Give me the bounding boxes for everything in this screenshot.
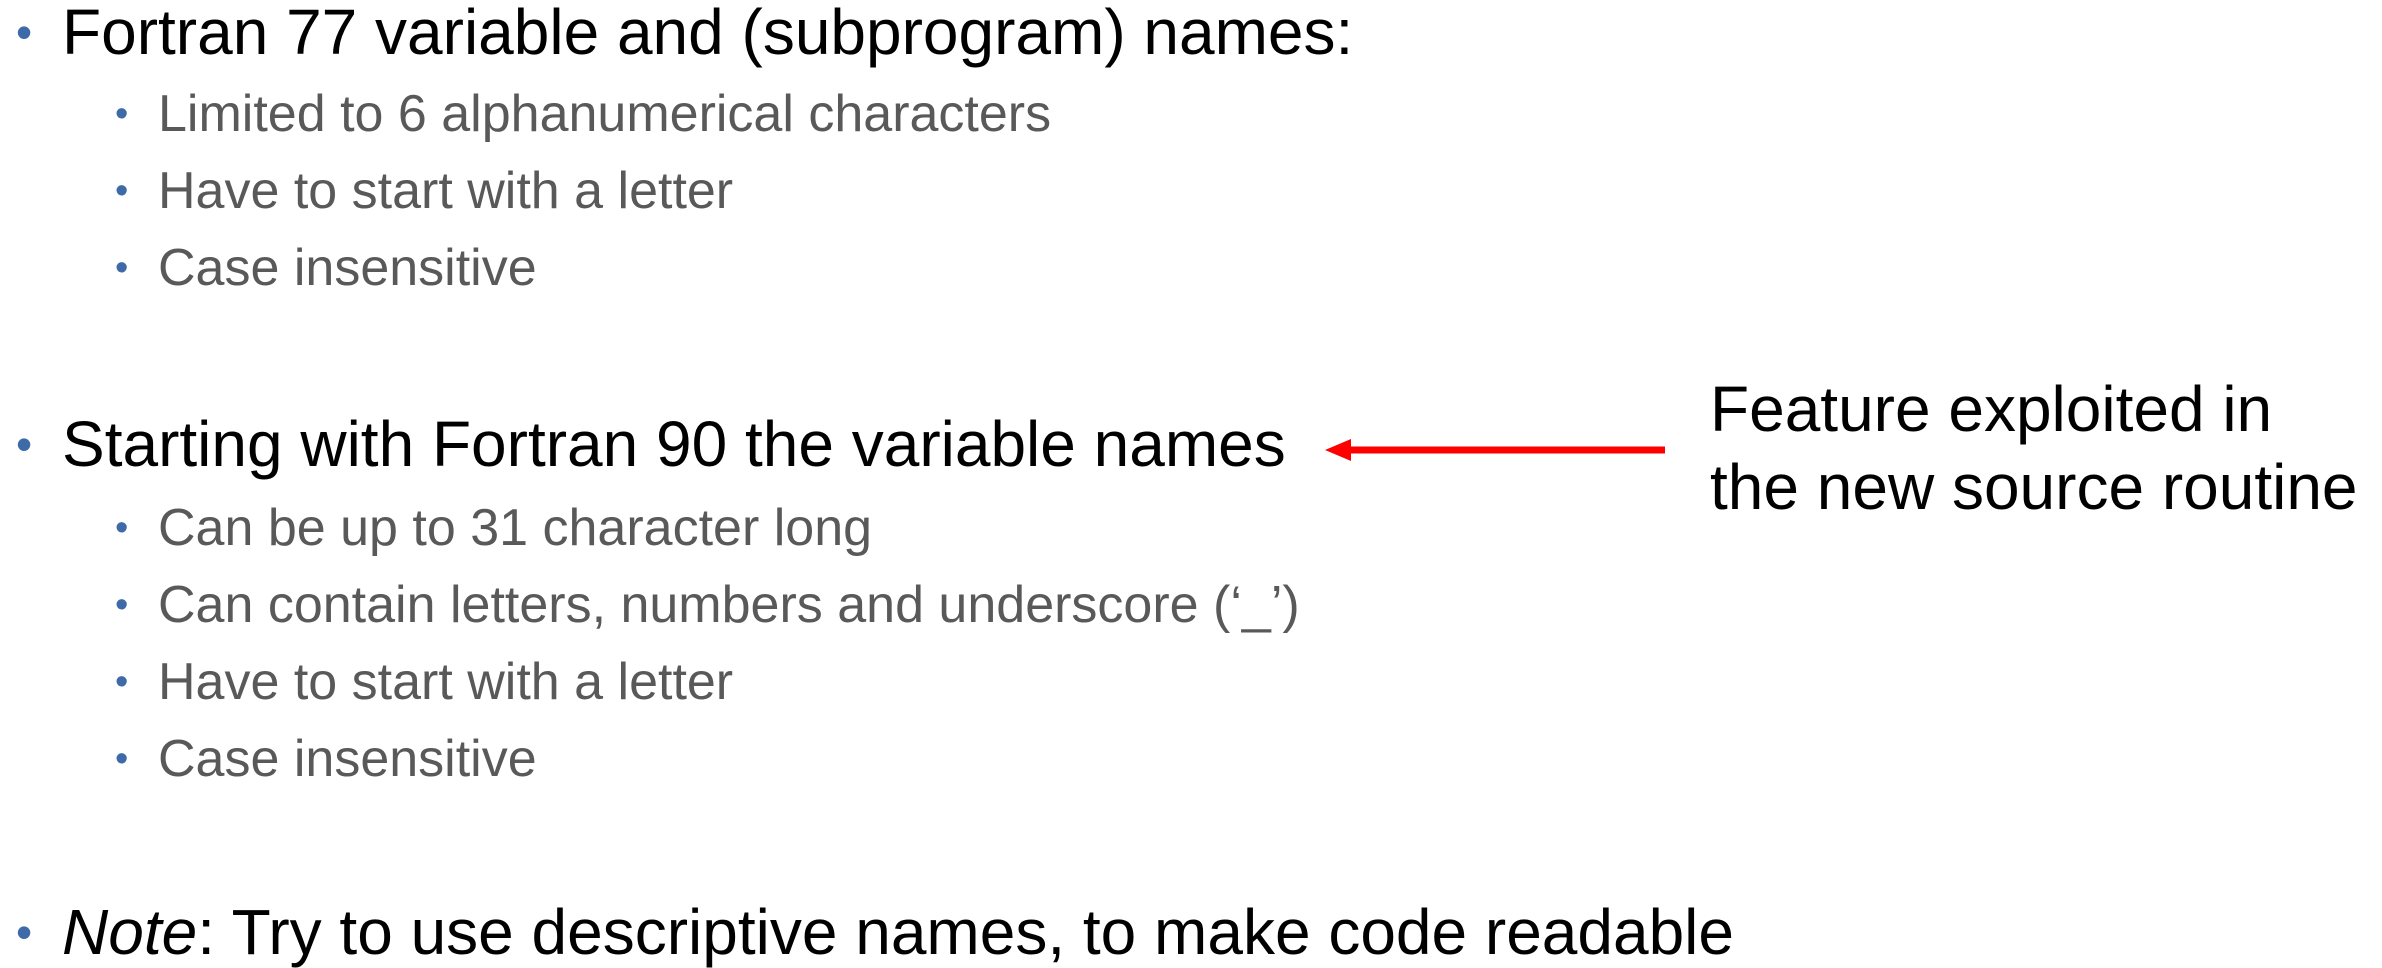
list-item: • Case insensitive (115, 730, 537, 788)
list-item: • Have to start with a letter (115, 653, 734, 711)
callout-line1: Feature exploited in (1710, 373, 2273, 445)
note-label: Note (62, 896, 198, 968)
list-item: • Case insensitive (115, 239, 537, 297)
list-item-text: Can be up to 31 character long (158, 499, 873, 557)
list-item: • Can contain letters, numbers and under… (115, 576, 1300, 634)
list-item-text: Limited to 6 alphanumerical characters (158, 85, 1052, 143)
callout-line2: the new source routine (1710, 451, 2358, 523)
arrow-head (1325, 439, 1351, 461)
list-item: • Have to start with a letter (115, 162, 734, 220)
bullet-icon: • (115, 507, 129, 549)
list-item-text: Can contain letters, numbers and undersc… (158, 576, 1300, 634)
section1-heading: • Fortran 77 variable and (subprogram) n… (16, 0, 1353, 64)
section1-heading-text: Fortran 77 variable and (subprogram) nam… (62, 0, 1354, 68)
list-item-text: Have to start with a letter (158, 653, 734, 711)
bullet-icon: • (16, 6, 33, 58)
list-item-text: Case insensitive (158, 239, 537, 297)
bullet-icon: • (16, 906, 33, 958)
list-item-text: Have to start with a letter (158, 162, 734, 220)
callout-annotation: Feature exploited in the new source rout… (1710, 370, 2358, 526)
list-item-text: Case insensitive (158, 730, 537, 788)
arrow-left-icon (1325, 439, 1665, 461)
list-item: • Can be up to 31 character long (115, 499, 873, 557)
bullet-icon: • (115, 584, 129, 626)
bullet-icon: • (115, 661, 129, 703)
bullet-icon: • (115, 738, 129, 780)
list-item: • Limited to 6 alphanumerical characters (115, 85, 1052, 143)
bullet-icon: • (115, 93, 129, 135)
note-bullet: • Note: Try to use descriptive names, to… (16, 900, 1734, 964)
bullet-icon: • (16, 418, 33, 470)
note-text: : Try to use descriptive names, to make … (197, 896, 1734, 968)
bullet-icon: • (115, 247, 129, 289)
section2-heading: • Starting with Fortran 90 the variable … (16, 412, 1286, 476)
bullet-icon: • (115, 170, 129, 212)
section2-heading-text: Starting with Fortran 90 the variable na… (62, 408, 1286, 480)
